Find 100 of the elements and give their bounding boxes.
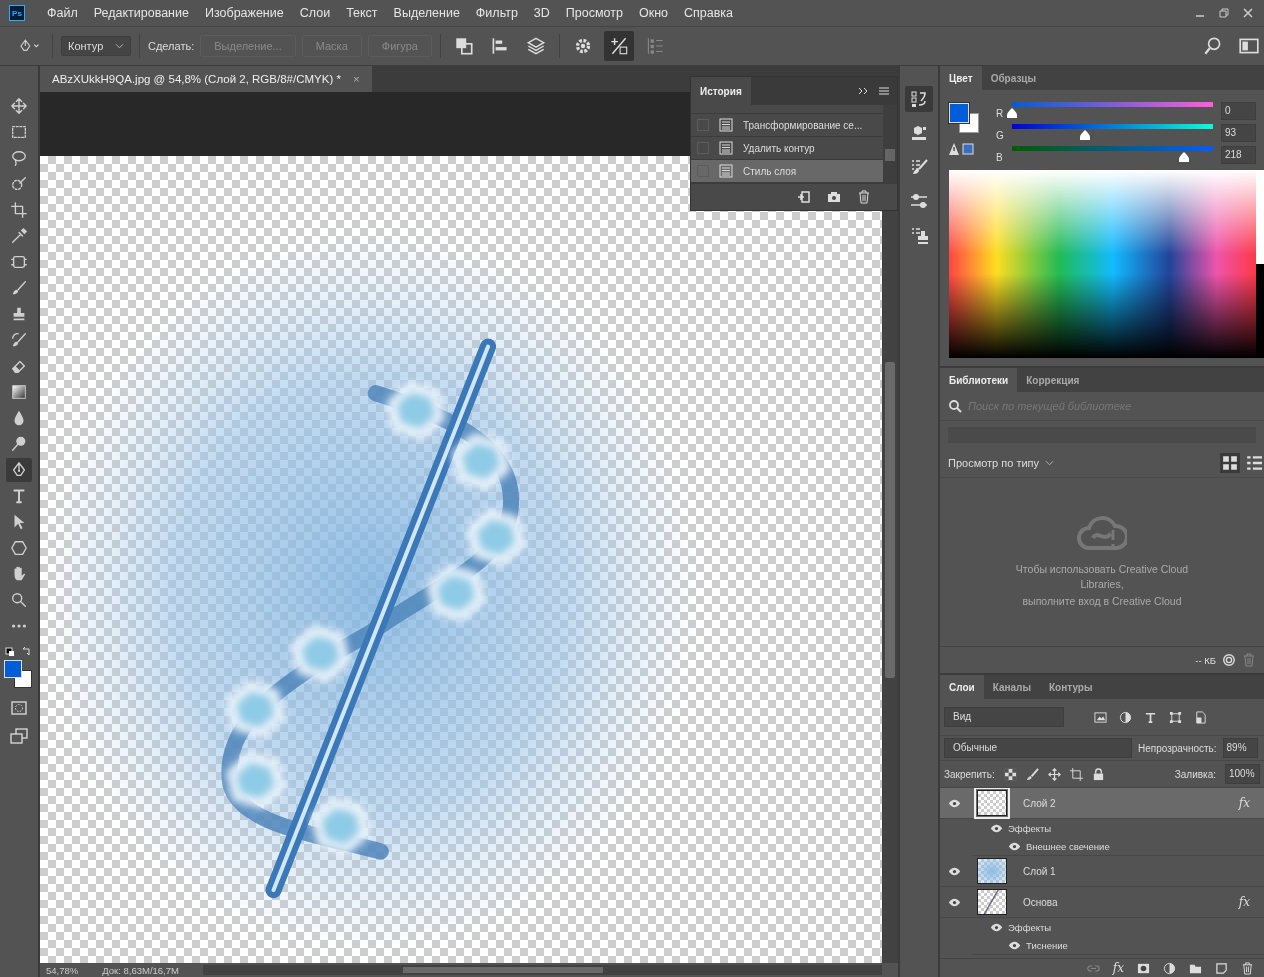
warning-icon[interactable] [948, 142, 974, 156]
eye-icon[interactable] [1008, 841, 1021, 851]
sync-icon[interactable] [1222, 653, 1236, 667]
layer-thumbnail [977, 889, 1007, 915]
auto-add-delete-icon[interactable] [603, 31, 634, 61]
lock-pixels-icon[interactable] [1003, 767, 1017, 781]
search-icon [948, 399, 962, 413]
history-item[interactable]: Стиль слоя [691, 160, 883, 183]
smart-object-filter-icon[interactable] [1194, 710, 1207, 724]
fill-field[interactable]: 100% [1225, 764, 1260, 784]
panel-tab[interactable]: История [691, 77, 751, 105]
eye-icon[interactable] [948, 897, 961, 907]
document-icon [719, 118, 733, 132]
layer-row[interactable]: Слой 1 [940, 856, 1264, 887]
channel-label: G [996, 130, 1004, 141]
slider-thumb[interactable] [1177, 152, 1190, 162]
menu-item[interactable]: Окно [638, 6, 668, 20]
slider-thumb[interactable] [1079, 130, 1092, 140]
menu-item[interactable]: Изображение [204, 6, 284, 20]
brush-icon[interactable] [1025, 767, 1039, 781]
menu-item[interactable]: Файл [47, 6, 78, 20]
close-icon[interactable] [1242, 7, 1254, 19]
color-spectrum[interactable] [949, 170, 1264, 358]
adjustment-filter-icon[interactable] [1119, 710, 1132, 724]
menu-item[interactable]: Справка [684, 6, 734, 20]
make-label: Сделать: [148, 40, 195, 52]
panel-tab[interactable]: Коррекция [1017, 368, 1089, 392]
layer-row[interactable]: Основа fx [940, 887, 1264, 918]
menu-item[interactable]: 3D [533, 6, 550, 20]
cloud-warning-icon [1077, 515, 1127, 552]
eye-icon[interactable] [948, 798, 961, 808]
color-swatches-icon[interactable] [4, 660, 34, 690]
panel-tab[interactable]: Слои [940, 675, 984, 699]
menu-item[interactable]: Просмотр [565, 6, 623, 20]
channel-value-field[interactable]: 218 [1221, 146, 1256, 164]
mode-dropdown[interactable]: Контур [61, 36, 131, 56]
artboard-icon[interactable] [1069, 767, 1083, 781]
panel-tab[interactable]: Цвет [940, 66, 982, 90]
lock-icon[interactable] [1091, 767, 1105, 781]
effects-badge[interactable]: fx [1238, 796, 1250, 810]
history-scrollbar[interactable] [883, 105, 897, 183]
eye-icon[interactable] [948, 866, 961, 876]
eye-icon[interactable] [1008, 940, 1021, 950]
camera-icon[interactable] [827, 190, 841, 204]
menu-item[interactable]: Текст [346, 6, 378, 20]
document-icon [719, 141, 733, 155]
menu-icon[interactable] [877, 84, 891, 98]
menu-item[interactable]: Редактирование [93, 6, 189, 20]
menu-item[interactable]: Слои [299, 6, 331, 20]
move-icon[interactable] [1047, 767, 1061, 781]
history-panel-icon[interactable] [905, 86, 933, 112]
mask-icon[interactable] [1137, 961, 1150, 975]
list-view-icon[interactable] [1244, 453, 1264, 473]
opacity-label: Непрозрачность: [1138, 742, 1217, 754]
effect-row[interactable]: Внешнее свечение [972, 837, 1264, 856]
lock-label: Закрепить: [944, 768, 995, 780]
type-filter-icon[interactable] [1144, 710, 1157, 724]
eye-icon[interactable] [990, 922, 1003, 932]
menu-item[interactable]: Выделение [393, 6, 460, 20]
adjustment-icon[interactable] [1163, 961, 1176, 975]
effects-row[interactable]: Эффекты [972, 819, 1264, 837]
quick-mask-icon[interactable] [9, 698, 29, 718]
image-filter-icon[interactable] [1094, 710, 1107, 724]
slider-thumb[interactable] [1006, 108, 1018, 118]
effects-badge[interactable]: fx [1238, 895, 1250, 909]
shape-filter-icon[interactable] [1169, 710, 1182, 724]
eye-icon[interactable] [990, 823, 1003, 833]
add-style-button[interactable]: fx [1112, 961, 1124, 975]
storage-size: -- КБ [1195, 654, 1216, 666]
new-layer-icon[interactable] [1215, 961, 1228, 975]
layer-row[interactable]: Слой 2 fx [940, 788, 1264, 819]
history-item[interactable]: Трансформирование се... [691, 114, 883, 137]
effect-row[interactable]: Тиснение [972, 936, 1264, 955]
document-size: Док: 8,63M/16,7M [102, 964, 179, 976]
blend-mode-dropdown[interactable]: Обычные [944, 738, 1132, 758]
channel-value-field[interactable]: 0 [1221, 102, 1256, 120]
channel-value-field[interactable]: 93 [1221, 124, 1256, 142]
menu-item[interactable]: Фильтр [475, 6, 518, 20]
grid-view-icon[interactable] [1220, 453, 1240, 473]
zoom-level[interactable]: 54,78% [46, 964, 79, 976]
app-logo[interactable]: Ps [9, 5, 25, 21]
layer-thumbnail [977, 790, 1007, 816]
panel-tab[interactable]: Образцы [981, 66, 1046, 90]
caret-icon [115, 43, 124, 49]
effects-row[interactable]: Эффекты [972, 918, 1264, 936]
document-icon [719, 164, 733, 178]
sign-in-message: выполните вход в Creative Cloud [1021, 593, 1183, 609]
document-tab[interactable]: ABzXUkkH9QA.jpg @ 54,8% (Слой 2, RGB/8#/CMYK) * × [40, 66, 372, 92]
opacity-field[interactable]: 89% [1222, 738, 1258, 758]
pen-tool-icon[interactable] [6, 458, 32, 482]
panel-tab[interactable]: Контуры [1040, 675, 1102, 699]
panel-tab[interactable]: Каналы [983, 675, 1040, 699]
panel-tab[interactable]: Библиотеки [940, 368, 1018, 392]
color-swatches-icon[interactable] [948, 102, 982, 134]
restore-icon[interactable] [1218, 7, 1230, 19]
view-by-type-dropdown[interactable]: Просмотр по типу [948, 457, 1055, 469]
horizontal-scrollbar[interactable] [202, 965, 882, 975]
new-document-icon[interactable] [797, 190, 811, 204]
filter-kind-dropdown[interactable]: Вид [944, 707, 1064, 727]
screen-mode-icon[interactable] [9, 726, 29, 746]
